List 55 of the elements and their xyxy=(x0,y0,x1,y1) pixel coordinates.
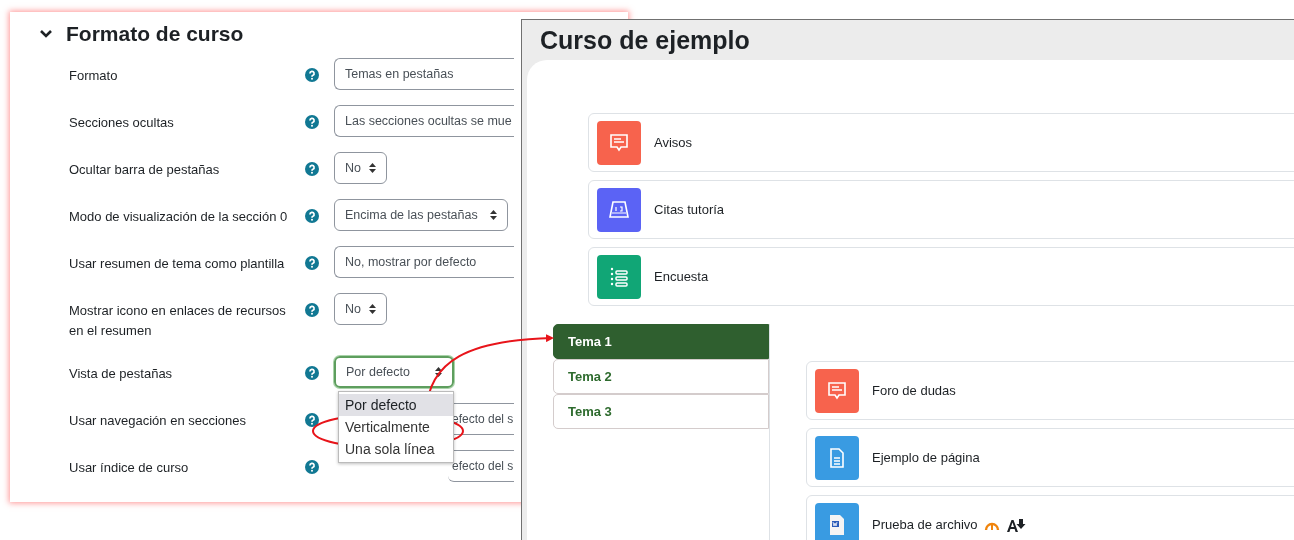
help-icon[interactable] xyxy=(305,162,319,176)
sort-arrows-icon xyxy=(369,304,376,314)
forum-icon xyxy=(597,120,641,165)
help-icon[interactable] xyxy=(305,303,319,317)
chevron-down-icon[interactable] xyxy=(40,30,52,38)
activity-card[interactable]: Prueba de archivo xyxy=(806,495,1294,540)
setting-label: Usar resumen de tema como plantilla xyxy=(69,255,286,273)
setting-label: Usar índice de curso xyxy=(69,459,190,477)
setting-label: Usar navegación en secciones xyxy=(69,412,248,430)
forum-icon xyxy=(815,368,859,413)
activity-name: Avisos xyxy=(654,135,693,150)
section-tab[interactable]: Tema 2 xyxy=(553,359,769,394)
setting-label: Formato xyxy=(69,67,119,85)
help-icon[interactable] xyxy=(305,68,319,82)
select-field[interactable]: No xyxy=(334,293,387,325)
select-field[interactable]: efecto del s xyxy=(448,450,514,482)
help-icon[interactable] xyxy=(305,115,319,129)
help-icon[interactable] xyxy=(305,256,319,270)
select-field[interactable]: Encima de las pestañas xyxy=(334,199,508,231)
setting-label: Secciones ocultas xyxy=(69,114,175,132)
activity-card[interactable]: Foro de dudas xyxy=(806,361,1294,420)
section-tab[interactable]: Tema 3 xyxy=(553,394,769,429)
select-field[interactable]: Las secciones ocultas se mue xyxy=(334,105,514,137)
page-icon xyxy=(815,435,859,480)
select-field[interactable]: Temas en pestañas xyxy=(334,58,514,90)
text-download-icon xyxy=(1005,517,1026,532)
select-field[interactable]: Por defecto xyxy=(334,356,454,388)
activity-name: Foro de dudas xyxy=(872,383,956,398)
activity-name: Encuesta xyxy=(654,269,709,284)
section-tab[interactable]: Tema 1 xyxy=(553,324,769,359)
activity-card[interactable]: Avisos xyxy=(588,113,1294,172)
setting-label: Modo de visualización de la sección 0 xyxy=(69,208,289,226)
document-icon xyxy=(815,502,859,540)
activity-name: Citas tutoría xyxy=(654,202,725,217)
help-icon[interactable] xyxy=(305,209,319,223)
sort-arrows-icon xyxy=(369,163,376,173)
survey-icon xyxy=(597,254,641,299)
section-title: Formato de curso xyxy=(66,22,244,46)
setting-label: Mostrar icono en enlaces de recursos en el resumen xyxy=(69,302,287,340)
select-field[interactable]: No xyxy=(334,152,387,184)
activity-card[interactable]: Ejemplo de página xyxy=(806,428,1294,487)
setting-label: Vista de pestañas xyxy=(69,365,174,383)
activity-name: Ejemplo de página xyxy=(872,450,980,465)
activity-card[interactable]: Encuesta xyxy=(588,247,1294,306)
course-title: Curso de ejemplo xyxy=(540,25,750,55)
activity-name: Prueba de archivo xyxy=(872,517,978,532)
help-icon[interactable] xyxy=(305,366,319,380)
sort-arrows-icon xyxy=(435,367,442,377)
help-icon[interactable] xyxy=(305,460,319,474)
sort-arrows-icon xyxy=(490,210,497,220)
setting-label: Ocultar barra de pestañas xyxy=(69,161,221,179)
scheduler-icon xyxy=(597,187,641,232)
dropdown-option[interactable]: Por defecto xyxy=(339,394,453,416)
activity-card[interactable]: Citas tutoría xyxy=(588,180,1294,239)
select-field[interactable]: No, mostrar por defecto xyxy=(334,246,514,278)
